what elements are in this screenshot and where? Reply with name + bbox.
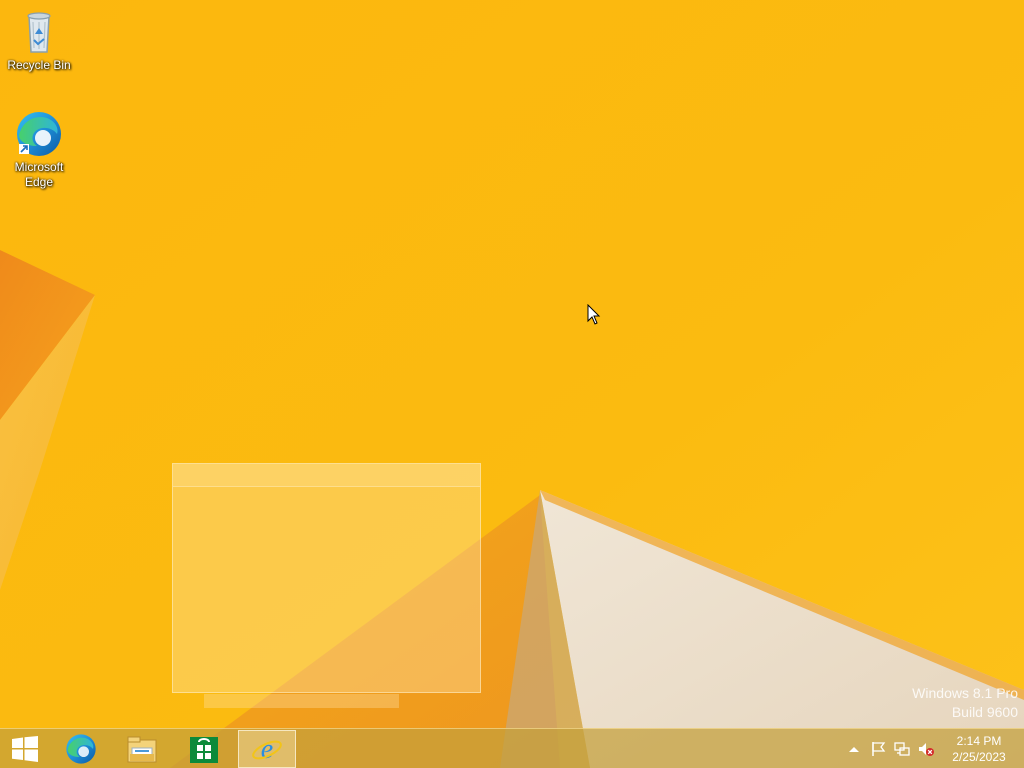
clock-time: 2:14 PM (956, 734, 1002, 748)
watermark-edition: Windows 8.1 Pro (912, 685, 1018, 701)
desktop-icon-label: Microsoft Edge (14, 160, 64, 189)
windows-logo-icon (12, 736, 38, 762)
ie-icon: e (252, 734, 282, 765)
svg-text:e: e (261, 734, 273, 765)
taskbar-clock[interactable]: 2:14 PM 2/25/2023 (944, 733, 1014, 765)
desktop-icon-microsoft-edge[interactable]: Microsoft Edge (3, 110, 75, 190)
taskbar-internet-explorer-button[interactable]: e (238, 730, 296, 768)
window-title-bar[interactable] (173, 464, 480, 487)
volume-muted-icon[interactable] (918, 741, 934, 757)
window-status-strip (204, 694, 399, 708)
taskbar-file-explorer-button[interactable] (113, 730, 171, 768)
os-version-watermark: Windows 8.1 Pro Build 9600 (912, 684, 1018, 722)
edge-icon (17, 112, 61, 156)
desktop-icon-recycle-bin[interactable]: Recycle Bin (3, 8, 75, 73)
taskbar-store-button[interactable] (175, 730, 233, 768)
folder-icon (127, 736, 157, 763)
flag-icon[interactable] (870, 741, 886, 757)
store-icon (190, 737, 218, 763)
desktop-screen: Recycle Bin Microsoft Edge Windows 8.1 P… (0, 0, 1024, 768)
system-tray: 2:14 PM 2/25/2023 (844, 729, 1024, 768)
start-button[interactable] (0, 730, 50, 768)
desktop-icon-label: Recycle Bin (7, 58, 71, 72)
mouse-cursor-icon (587, 304, 601, 325)
taskbar: e 2:14 PM 2/25/2023 (0, 728, 1024, 768)
chevron-up-icon[interactable] (846, 741, 862, 757)
edge-icon (66, 734, 96, 764)
transparent-window[interactable] (172, 463, 481, 693)
desktop-wallpaper (0, 0, 1024, 768)
recycle-bin-icon (27, 12, 51, 53)
watermark-build: Build 9600 (951, 704, 1018, 720)
network-icon[interactable] (894, 741, 910, 757)
clock-date: 2/25/2023 (952, 750, 1006, 764)
taskbar-edge-button[interactable] (52, 730, 110, 768)
